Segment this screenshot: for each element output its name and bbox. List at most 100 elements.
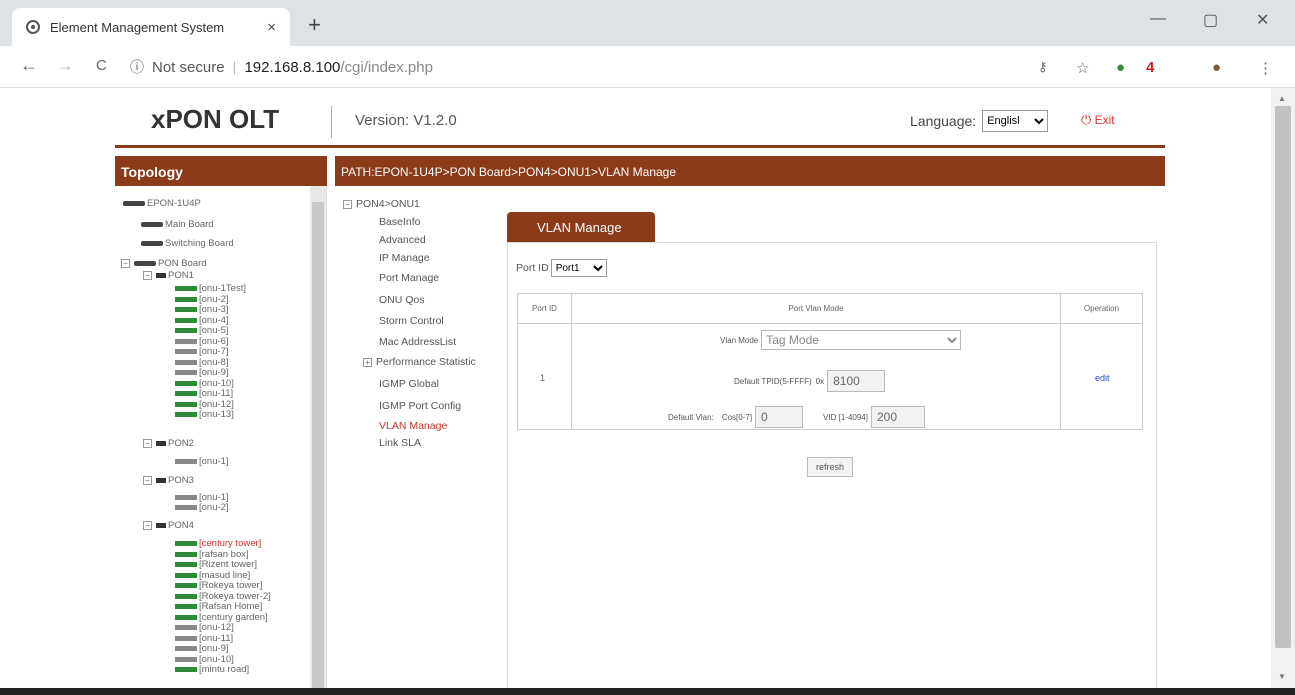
tree-onu[interactable]: [onu-2] [175, 502, 229, 513]
tree-onu[interactable]: [century tower] [175, 538, 261, 549]
menu-item-label: Performance Statistic [376, 356, 476, 368]
tree-onu[interactable]: [onu-11] [175, 388, 233, 399]
onu-icon [175, 495, 197, 500]
extension-badge[interactable]: 4 [1146, 59, 1154, 76]
minimize-button[interactable]: — [1150, 10, 1166, 28]
power-icon: ⏻ [1081, 112, 1092, 127]
port-icon [156, 523, 166, 528]
tree-onu[interactable]: [onu-5] [175, 325, 229, 336]
tree-scrollbar-thumb[interactable] [312, 202, 324, 688]
onu-icon [175, 646, 197, 651]
menu-item[interactable]: Port Manage [379, 272, 439, 284]
vlan-mode-select[interactable]: Tag Mode [761, 330, 962, 350]
tree-onu[interactable]: [onu-10] [175, 654, 234, 665]
tree-onu[interactable]: [onu-10] [175, 378, 234, 389]
back-button[interactable]: ← [20, 55, 38, 76]
tree-onu[interactable]: [onu-3] [175, 304, 229, 315]
menu-item-label: Mac AddressList [379, 336, 457, 348]
menu-item[interactable]: ONU Qos [379, 294, 425, 306]
onu-icon [175, 317, 197, 323]
forward-button[interactable]: → [56, 55, 74, 76]
tree-label: [onu-6] [199, 335, 229, 347]
collapse-icon: − [143, 476, 152, 485]
menu-item[interactable]: BaseInfo [379, 216, 420, 228]
maximize-button[interactable]: ▢ [1203, 10, 1218, 30]
menu-item[interactable]: IGMP Global [379, 378, 439, 390]
menu-item[interactable]: Mac AddressList [379, 336, 456, 348]
tree-onu[interactable]: [onu-6] [175, 336, 229, 347]
menu-item[interactable]: VLAN Manage [379, 420, 447, 432]
tree-onu[interactable]: [onu-12] [175, 622, 234, 633]
refresh-button[interactable]: refresh [807, 457, 853, 477]
tree-onu[interactable]: [Rizent tower] [175, 559, 257, 570]
menu-item[interactable]: IGMP Port Config [379, 400, 461, 412]
edit-link[interactable]: edit [1095, 373, 1110, 383]
tree-onu[interactable]: [Rokeya tower-2] [175, 591, 271, 602]
menu-item[interactable]: Advanced [379, 234, 426, 246]
tree-pon1[interactable]: − PON1 [143, 270, 194, 281]
tree-label: [onu-10] [199, 377, 234, 389]
tree-main-board[interactable]: Main Board [141, 219, 214, 230]
scroll-up-icon[interactable]: ▲ [1278, 94, 1286, 103]
exit-button[interactable]: ⏻ Exit [1081, 112, 1115, 128]
tree-onu[interactable]: [century garden] [175, 612, 268, 623]
tree-root[interactable]: EPON-1U4P [123, 198, 201, 209]
tab-vlan-manage[interactable]: VLAN Manage [507, 212, 655, 243]
menu-item-label: Advanced [379, 234, 426, 246]
tree-onu[interactable]: [Rafsan Home] [175, 601, 262, 612]
tree-onu[interactable]: [rafsan box] [175, 549, 249, 560]
onu-icon [175, 296, 197, 302]
tab-close-button[interactable]: × [267, 19, 276, 36]
tree-pon-board[interactable]: − PON Board [121, 258, 207, 269]
new-tab-button[interactable]: + [308, 12, 321, 38]
tree-label: [Rokeya tower] [199, 580, 263, 591]
tree-label: [onu-1] [199, 456, 229, 467]
onu-icon [175, 572, 197, 578]
language-select[interactable]: Englisl [982, 110, 1049, 132]
menu-item[interactable]: + Performance Statistic [363, 356, 476, 368]
close-window-button[interactable]: ✕ [1256, 10, 1269, 30]
reload-button[interactable]: C [96, 57, 107, 74]
tree-pon2[interactable]: − PON2 [143, 438, 194, 449]
menu-item[interactable]: IP Manage [379, 252, 430, 264]
menu-item[interactable]: Link SLA [379, 437, 421, 449]
tree-scrollbar[interactable] [310, 186, 326, 688]
tree-onu[interactable]: [onu-13] [175, 409, 234, 420]
tree-onu[interactable]: [onu-7] [175, 346, 229, 357]
url-field[interactable]: ⓘ Not secure | 192.168.8.100 /cgi/index.… [130, 52, 1130, 82]
tree-onu[interactable]: [onu-12] [175, 399, 234, 410]
tree-onu[interactable]: [Rokeya tower] [175, 580, 262, 591]
path-breadcrumb: PATH:EPON-1U4P>PON Board>PON4>ONU1>VLAN … [335, 156, 1165, 186]
cos-input[interactable] [755, 406, 804, 428]
tree-pon4[interactable]: − PON4 [143, 520, 194, 531]
tree-onu[interactable]: [onu-9] [175, 643, 229, 654]
avatar[interactable]: ● [1212, 59, 1221, 76]
tree-switching-board[interactable]: Switching Board [141, 238, 234, 249]
tree-onu[interactable]: [onu-1Test] [175, 283, 246, 294]
tree-onu[interactable]: [onu-4] [175, 315, 229, 326]
page-scrollbar-thumb[interactable] [1275, 106, 1291, 648]
tree-pon3[interactable]: − PON3 [143, 475, 194, 486]
tree-onu[interactable]: [onu-8] [175, 357, 229, 368]
port-id-select[interactable]: Port1 [550, 259, 607, 277]
page-scrollbar[interactable]: ▲ ▼ [1271, 88, 1295, 690]
tree-onu[interactable]: [onu-11] [175, 633, 233, 644]
menu-root[interactable]: − PON4>ONU1 [343, 198, 420, 210]
tree-onu[interactable]: [masud line] [175, 570, 250, 581]
tpid-input[interactable] [827, 370, 886, 392]
port-number: 1 [540, 373, 546, 383]
tree-label: PON1 [168, 270, 194, 281]
browser-tab[interactable]: Element Management System × [12, 8, 290, 46]
tree-onu[interactable]: [onu-2] [175, 294, 229, 305]
menu-icon[interactable]: ⋮ [1258, 59, 1273, 77]
vid-input[interactable] [870, 406, 925, 428]
star-icon[interactable]: ☆ [1076, 59, 1089, 77]
tree-onu[interactable]: [onu-9] [175, 367, 229, 378]
tree-onu[interactable]: [onu-1] [175, 456, 229, 467]
extension-icon[interactable]: ● [1116, 59, 1125, 76]
scroll-down-icon[interactable]: ▼ [1278, 672, 1286, 681]
key-icon[interactable]: ⚷ [1038, 59, 1048, 75]
menu-item[interactable]: Storm Control [379, 315, 444, 327]
tree-label: [onu-12] [199, 398, 234, 410]
tree-onu[interactable]: [mintu road] [175, 664, 249, 675]
